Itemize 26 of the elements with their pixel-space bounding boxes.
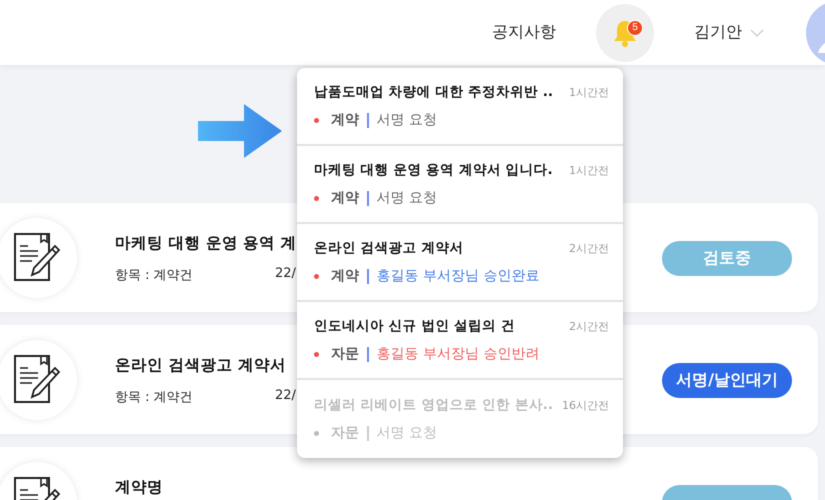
notification-title: 리셀러 리베이트 영업으로 인한 본사..	[314, 396, 554, 414]
contract-category: 항목 : 계약건	[115, 389, 194, 406]
contract-title: 온라인 검색광고 계약서	[115, 355, 286, 376]
notification-type: 계약	[331, 111, 359, 129]
notification-time: 1시간전	[569, 85, 609, 100]
notification-type: 계약	[331, 267, 359, 285]
notification-title: 마케팅 대행 운영 용역 계약서 입니다.	[314, 161, 553, 179]
contract-date: 22/	[275, 388, 296, 405]
contract-category: 항목 : 계약건	[115, 267, 194, 284]
notification-time: 1시간전	[569, 163, 609, 178]
contract-title: 계약명	[115, 477, 163, 498]
notification-time: 2시간전	[569, 241, 609, 256]
notification-time: 16시간전	[562, 398, 609, 413]
notification-message: 홍길동 부서장님 승인반려	[376, 345, 540, 363]
notification-title: 납품도매업 차량에 대한 주정차위반 ..	[314, 83, 554, 101]
notification-message: 서명 요청	[376, 111, 437, 129]
contract-date: 22/	[275, 266, 296, 283]
notification-type: 계약	[331, 189, 359, 207]
status-badge: 검토중	[662, 241, 792, 276]
status-badge: 서명/날인대기	[662, 363, 792, 398]
notification-message: 서명 요청	[376, 189, 437, 207]
notification-badge: 5	[627, 20, 643, 36]
notification-message: 홍길동 부서장님 승인완료	[376, 267, 540, 285]
notification-title: 온라인 검색광고 계약서	[314, 239, 464, 257]
contract-title: 마케팅 대행 운영 용역 계	[115, 233, 297, 254]
notification-type: 자문	[331, 345, 359, 363]
